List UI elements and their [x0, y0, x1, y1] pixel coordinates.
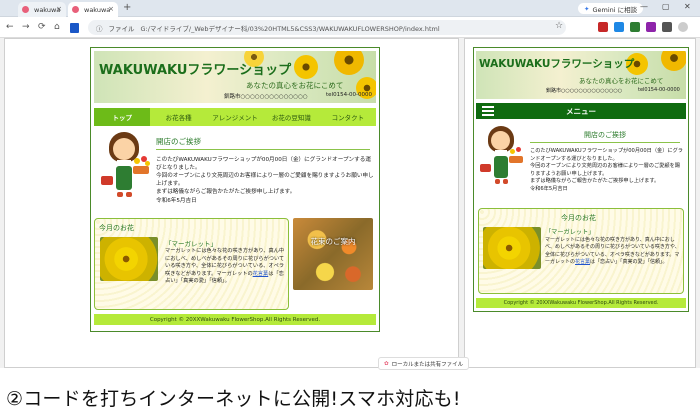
mobile-site-address: 釧路市○○○○○○○○○○○○○○ — [546, 88, 623, 94]
greeting-line: このたびWAKUWAKUフラワーショップが00月00日（金）にグランドオープンす… — [156, 157, 371, 172]
mobile-site-header: WAKUWAKUフラワーショップ あなたの真心をお花にこめて 釧路市○○○○○○… — [476, 51, 686, 99]
page-viewport: WAKUWAKUフラワーショップ あなたの真心をお花にこめて 釧路市○○○○○○… — [0, 38, 700, 370]
back-icon[interactable]: ← — [6, 22, 14, 32]
marguerite-heading: 「マーガレット」 — [165, 240, 217, 248]
greeting-text: このたびWAKUWAKUフラワーショップが00月00日（金）にグランドオープンす… — [156, 156, 376, 205]
mobile-menu-bar[interactable]: メニュー — [476, 103, 686, 119]
greeting-line: このたびWAKUWAKUフラワーショップが00月00日（金）にグランドオープンす… — [530, 148, 683, 162]
florist-illustration — [97, 132, 157, 204]
browser-tab[interactable]: wakuwa × — [18, 2, 66, 17]
greeting-line: 今回のオープンにより文苑周辺のお客様により一層のご愛顧を賜りますようお願い申し上… — [156, 173, 374, 188]
mobile-greeting-heading: 開店のご挨拶 — [530, 130, 680, 143]
greeting-line: まずは略儀ながらご報告かたがたご挨拶申し上げます。 — [530, 178, 660, 185]
bouquet-photo[interactable]: 花束のご案内 — [293, 218, 373, 290]
mobile-site-logo[interactable]: WAKUWAKUフラワーショップ — [479, 56, 634, 71]
site-header: WAKUWAKUフラワーショップ あなたの真心をお花にこめて 釧路市○○○○○○… — [94, 51, 376, 103]
global-nav: トップ お花各種 アレンジメント お花の豆知識 コンタクト — [94, 108, 376, 126]
mobile-preview: WAKUWAKUフラワーショップ あなたの真心をお花にこめて 釧路市○○○○○○… — [464, 38, 696, 368]
greeting-line: 今回のオープンにより文苑周辺のお客様により一層のご愛顧を賜りますようお願い申し上… — [530, 163, 680, 177]
flower-language-link[interactable]: 花言葉 — [253, 271, 269, 277]
greeting-date: 令和6年5月吉日 — [156, 197, 197, 204]
extension-icon[interactable] — [646, 22, 656, 32]
sparkle-icon: ✦ — [584, 4, 590, 13]
nav-contact[interactable]: コンタクト — [320, 108, 376, 126]
profile-avatar[interactable] — [678, 22, 688, 32]
marguerite-text: マーガレットには色々な花の咲き方があり、真ん中におしべ、めしべがあるその周りに花… — [165, 248, 285, 286]
nav-flowers[interactable]: お花各種 — [150, 108, 206, 126]
mobile-site-footer: Copyright © 20XXWakuwaku FlowerShop.All … — [476, 298, 686, 308]
marguerite-photo — [100, 237, 158, 281]
greeting-line: まずは略儀ながらご報告かたがたご挨拶申し上げます。 — [156, 189, 296, 196]
mobile-site-container: WAKUWAKUフラワーショップ あなたの真心をお花にこめて 釧路市○○○○○○… — [473, 47, 689, 312]
site-tel: tel0154-00-0000 — [326, 92, 373, 98]
monthly-flower-heading: 今月のお花 — [99, 224, 134, 232]
bouquet-caption: 花束のご案内 — [310, 237, 356, 246]
mobile-site-tel: tel0154-00-0000 — [638, 87, 680, 93]
site-logo[interactable]: WAKUWAKUフラワーショップ — [99, 59, 291, 78]
sidebar-icon[interactable] — [70, 23, 79, 33]
mobile-monthly-flower-box: 今月のお花 「マーガレット」 マーガレットには色々な花の咲き方があり、真ん中にお… — [478, 208, 684, 294]
marguerite-heading: 「マーガレット」 — [545, 229, 595, 236]
site-address: 釧路市○○○○○○○○○○○○○○ — [224, 94, 308, 100]
url-text: G:/マイドライブ/_Webデザイナー科/03%20HTML5&CSS3/WAK… — [140, 24, 440, 33]
download-notice-text: ローカルまたは共有ファイル — [391, 361, 464, 368]
desktop-preview: WAKUWAKUフラワーショップ あなたの真心をお花にこめて 釧路市○○○○○○… — [4, 38, 459, 368]
browser-tab-active[interactable]: wakuwa × — [68, 2, 118, 17]
home-icon[interactable]: ⌂ — [54, 22, 60, 32]
marguerite-meaning: は「恋占い」「真実の愛」「信頼」。 — [590, 258, 668, 265]
slide-caption: ②コードを打ちインターネットに公開!スマホ対応も! — [6, 388, 461, 410]
tab-bar: wakuwa × wakuwa × + ✦ Gemini に相談 — ▢ ✕ — [0, 0, 700, 17]
url-prefix: ファイル — [108, 24, 135, 33]
nav-arrangement[interactable]: アレンジメント — [207, 108, 263, 126]
monthly-flower-box: 今月のお花 「マーガレット」 マーガレットには色々な花の咲き方があり、真ん中にお… — [94, 218, 289, 310]
extension-icons — [598, 22, 688, 32]
greeting-heading: 開店のご挨拶 — [156, 136, 370, 150]
marguerite-photo — [483, 227, 541, 269]
reload-icon[interactable]: ⟳ — [38, 22, 46, 32]
puzzle-icon[interactable] — [662, 22, 672, 32]
maximize-button[interactable]: ▢ — [662, 2, 670, 11]
address-toolbar: ← → ⟳ ⌂ ⓘ ファイル G:/マイドライブ/_Webデザイナー科/03%2… — [0, 17, 700, 38]
close-tab-icon[interactable]: × — [56, 5, 62, 13]
site-container: WAKUWAKUフラワーショップ あなたの真心をお花にこめて 釧路市○○○○○○… — [90, 47, 380, 332]
mobile-greeting-text: このたびWAKUWAKUフラワーショップが00月00日（金）にグランドオープンす… — [530, 148, 685, 193]
new-tab-button[interactable]: + — [123, 2, 131, 13]
marguerite-text: マーガレットには色々な花の咲き方があり、真ん中におしべ、めしべがあるその周りに花… — [545, 237, 681, 266]
nav-top[interactable]: トップ — [94, 108, 151, 126]
forward-icon[interactable]: → — [22, 22, 30, 32]
pdf-extension-icon[interactable] — [598, 22, 608, 32]
tab-label: wakuwa — [84, 5, 111, 14]
flower-language-link[interactable]: 花言葉 — [575, 259, 590, 265]
bookmark-star-icon[interactable]: ☆ — [555, 21, 563, 31]
flower-favicon-icon — [22, 6, 29, 13]
gemini-label: Gemini に相談 — [592, 5, 638, 14]
download-notice[interactable]: ✿ ローカルまたは共有ファイル — [378, 357, 470, 370]
extension-icon[interactable] — [630, 22, 640, 32]
translate-extension-icon[interactable] — [614, 22, 624, 32]
url-field[interactable]: ⓘ ファイル G:/マイドライブ/_Webデザイナー科/03%20HTML5&C… — [88, 20, 566, 35]
nav-trivia[interactable]: お花の豆知識 — [263, 108, 319, 126]
florist-illustration — [478, 126, 528, 192]
mobile-monthly-flower-heading: 今月のお花 — [561, 214, 596, 222]
site-footer: Copyright © 20XXWakuwaku FlowerShop.All … — [94, 314, 376, 325]
minimize-button[interactable]: — — [640, 2, 648, 11]
flower-favicon-icon — [72, 6, 79, 13]
greeting-date: 令和6年5月吉日 — [530, 185, 568, 192]
flower-file-icon: ✿ — [384, 360, 389, 367]
gemini-button[interactable]: ✦ Gemini に相談 — [578, 3, 644, 14]
close-tab-icon[interactable]: × — [108, 5, 114, 13]
site-tagline: あなたの真心をお花にこめて — [246, 81, 344, 90]
info-icon[interactable]: ⓘ — [96, 23, 103, 33]
mobile-menu-label: メニュー — [566, 106, 596, 116]
mobile-site-tagline: あなたの真心をお花にこめて — [579, 77, 664, 85]
close-window-button[interactable]: ✕ — [684, 2, 691, 11]
hamburger-menu-icon[interactable] — [482, 106, 494, 116]
